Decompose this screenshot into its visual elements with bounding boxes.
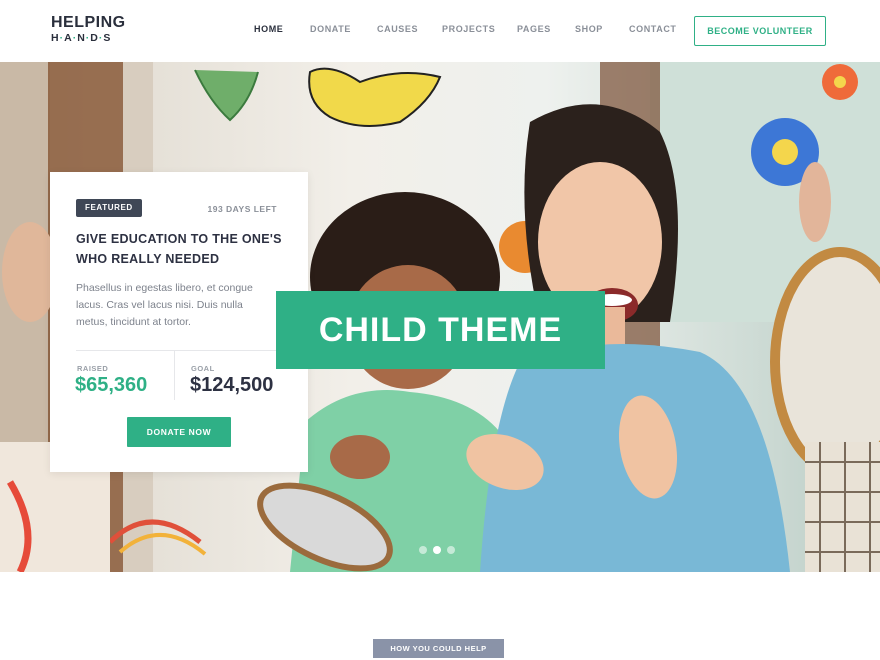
logo-letter: A <box>64 32 73 44</box>
logo-letter: N <box>77 32 86 44</box>
cause-description: Phasellus in egestas libero, et congue l… <box>76 282 253 328</box>
featured-cause-card: FEATURED 193 DAYS LEFT GIVE EDUCATION TO… <box>50 172 308 472</box>
raised-label: RAISED <box>77 364 109 373</box>
site-logo[interactable]: HELPING H·A·N·D·S <box>51 14 131 45</box>
slider-dot[interactable] <box>419 546 427 554</box>
goal-label: GOAL <box>191 364 215 373</box>
nav-item-home[interactable]: HOME <box>254 24 283 34</box>
child-theme-banner: CHILD THEME <box>276 291 605 369</box>
days-left-label: 193 DAYS LEFT <box>207 204 277 214</box>
site-header: HELPING H·A·N·D·S HOME DONATE CAUSES PRO… <box>0 0 880 62</box>
slider-dot-active[interactable] <box>433 546 441 554</box>
logo-wordmark-top: HELPING <box>51 14 126 31</box>
card-divider <box>76 350 308 351</box>
logo-wordmark-bottom: H·A·N·D·S <box>51 32 112 44</box>
section-badge: HOW YOU COULD HELP <box>373 639 504 658</box>
slider-dot[interactable] <box>447 546 455 554</box>
logo-letter: H <box>51 32 60 44</box>
logo-letter: S <box>103 32 112 44</box>
raised-amount: $65,360 <box>75 374 148 396</box>
become-volunteer-button[interactable]: BECOME VOLUNTEER <box>694 16 826 46</box>
hero-slider: FEATURED 193 DAYS LEFT GIVE EDUCATION TO… <box>0 62 880 572</box>
nav-item-projects[interactable]: PROJECTS <box>442 24 495 34</box>
logo-letter: D <box>90 32 99 44</box>
cause-title[interactable]: GIVE EDUCATION TO THE ONE'S WHO REALLY N… <box>76 229 291 269</box>
nav-item-donate[interactable]: DONATE <box>310 24 351 34</box>
featured-badge: FEATURED <box>76 199 142 217</box>
donate-now-button[interactable]: DONATE NOW <box>127 417 231 447</box>
stat-divider <box>174 350 175 400</box>
nav-item-shop[interactable]: SHOP <box>575 24 603 34</box>
nav-item-pages[interactable]: PAGES <box>517 24 551 34</box>
nav-item-causes[interactable]: CAUSES <box>377 24 418 34</box>
goal-amount: $124,500 <box>190 374 274 396</box>
nav-item-contact[interactable]: CONTACT <box>629 24 677 34</box>
